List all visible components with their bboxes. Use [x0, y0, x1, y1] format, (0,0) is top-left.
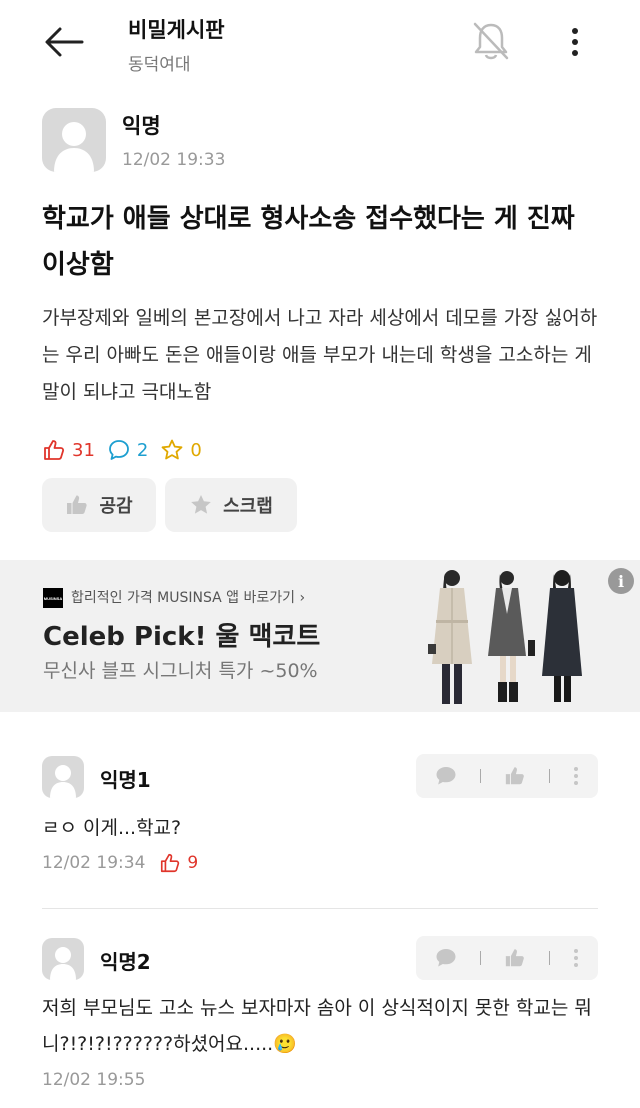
ad-info-button[interactable]: i	[608, 568, 634, 594]
post-timestamp: 12/02 19:33	[122, 150, 226, 170]
ad-models-image	[428, 570, 582, 704]
thumbs-up-icon[interactable]	[504, 947, 526, 969]
ad-banner[interactable]: MUSINSA 합리적인 가격 MUSINSA 앱 바로가기 › Celeb P…	[0, 560, 640, 712]
comment-actions	[416, 936, 598, 980]
speech-bubble-icon	[109, 440, 129, 460]
thumbs-up-icon	[161, 853, 180, 873]
more-vertical-icon[interactable]	[573, 948, 579, 968]
scrap-stat: 0	[160, 438, 202, 462]
comment-meta: 12/02 19:34 9	[42, 852, 198, 874]
thumbs-up-icon	[44, 440, 65, 460]
scrap-button-label: 스크랩	[223, 496, 273, 517]
post-title: 학교가 애들 상대로 형사소송 접수했다는 게 진짜 이상함	[42, 204, 575, 280]
bell-off-icon	[473, 22, 509, 60]
comment-body: ㄹㅇ 이게...학교?	[42, 817, 182, 839]
star-icon	[191, 495, 211, 514]
scrap-button[interactable]: 스크랩	[165, 478, 297, 532]
comment-author: 익명2	[100, 950, 151, 974]
comment-timestamp: 12/02 19:34	[42, 853, 146, 873]
separator	[548, 951, 550, 965]
scrap-count: 0	[190, 439, 202, 461]
comment-divider	[42, 908, 598, 909]
more-vertical-icon	[572, 28, 578, 56]
comment-avatar	[42, 938, 84, 980]
comment-timestamp: 12/02 19:55	[42, 1070, 146, 1090]
comment-author: 익명1	[100, 768, 151, 792]
comment-actions	[416, 754, 598, 798]
comment-like-count: 9	[159, 852, 198, 874]
top-bar: 비밀게시판 동덕여대	[0, 0, 640, 86]
board-title: 비밀게시판	[128, 18, 225, 42]
like-button-label: 공감	[99, 496, 133, 517]
comment-body: 저희 부모님도 고소 뉴스 보자마자 솜아 이 상식적이지 못한 학교는 뭐니?…	[42, 997, 592, 1055]
post-stats: 31 2 0	[42, 434, 214, 466]
separator	[548, 769, 550, 783]
thumbs-up-icon	[67, 495, 88, 514]
post-body: 가부장제와 일베의 본고장에서 나고 자라 세상에서 데모를 가장 싫어하는 우…	[42, 307, 598, 403]
school-name: 동덕여대	[128, 55, 191, 75]
comment-count: 2	[136, 439, 149, 461]
reply-bubble-icon[interactable]	[435, 948, 457, 968]
more-vertical-icon[interactable]	[573, 766, 579, 786]
ad-sponsor-link[interactable]: 합리적인 가격 MUSINSA 앱 바로가기 ›	[71, 587, 305, 607]
reply-bubble-icon[interactable]	[435, 766, 457, 786]
author-avatar	[42, 108, 106, 172]
thumbs-up-icon[interactable]	[504, 765, 526, 787]
like-button[interactable]: 공감	[42, 478, 156, 532]
like-count: 31	[72, 439, 95, 461]
comment-avatar	[42, 756, 84, 798]
ad-subline: 무신사 블프 시그니처 특가 ~50%	[43, 660, 318, 682]
musinsa-logo: MUSINSA	[43, 588, 63, 608]
ad-headline: Celeb Pick! 울 맥코트	[43, 622, 321, 652]
more-options-button[interactable]	[560, 22, 590, 62]
like-stat: 31	[42, 438, 95, 462]
star-icon	[161, 439, 183, 460]
comment-stat: 2	[107, 438, 148, 462]
separator	[480, 769, 482, 783]
post-author: 익명	[122, 114, 161, 138]
comment-meta: 12/02 19:55	[42, 1070, 145, 1090]
back-arrow-icon	[45, 27, 84, 57]
separator	[480, 951, 482, 965]
back-button[interactable]	[40, 20, 88, 64]
notification-toggle-button[interactable]	[466, 18, 516, 64]
